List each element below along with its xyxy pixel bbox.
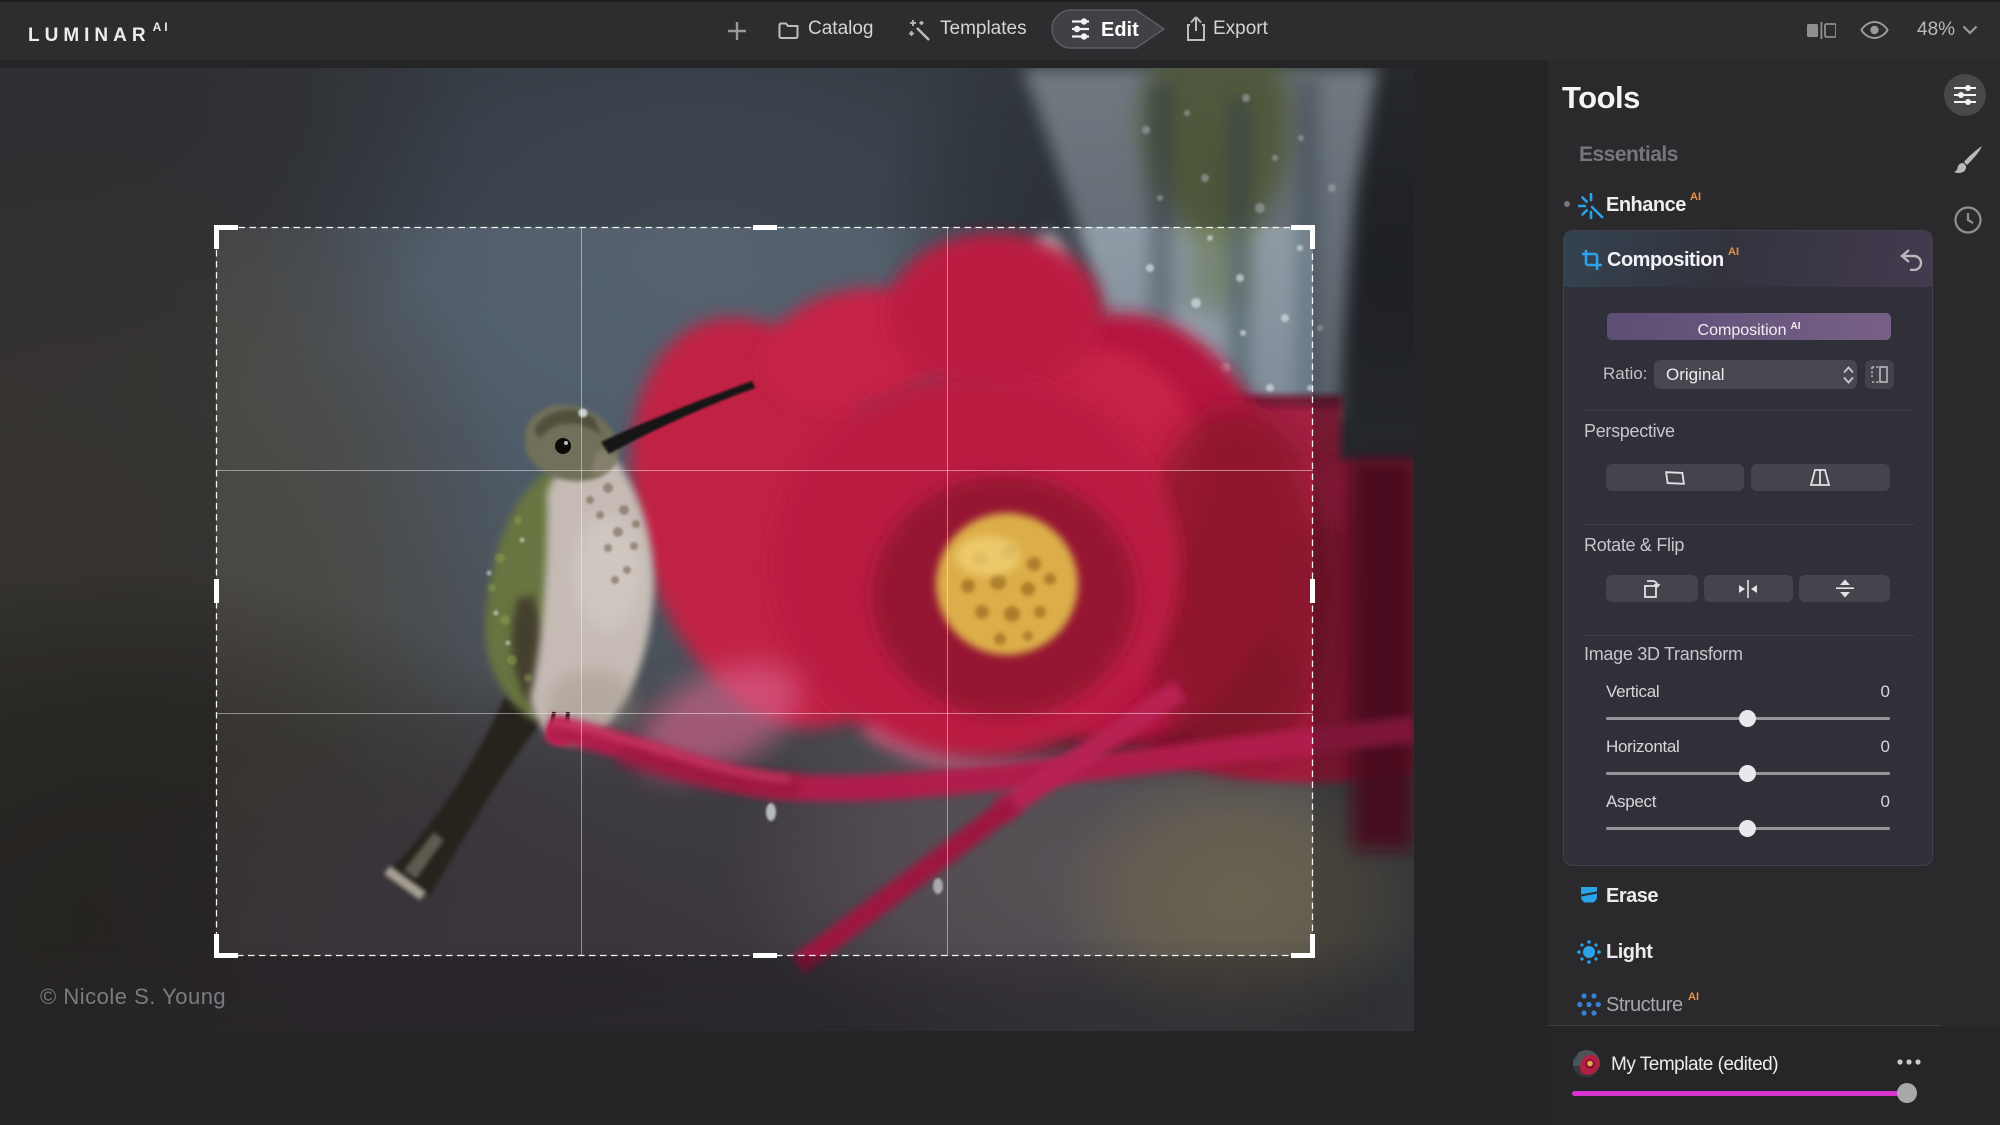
svg-text:Edit: Edit (1101, 19, 1139, 41)
